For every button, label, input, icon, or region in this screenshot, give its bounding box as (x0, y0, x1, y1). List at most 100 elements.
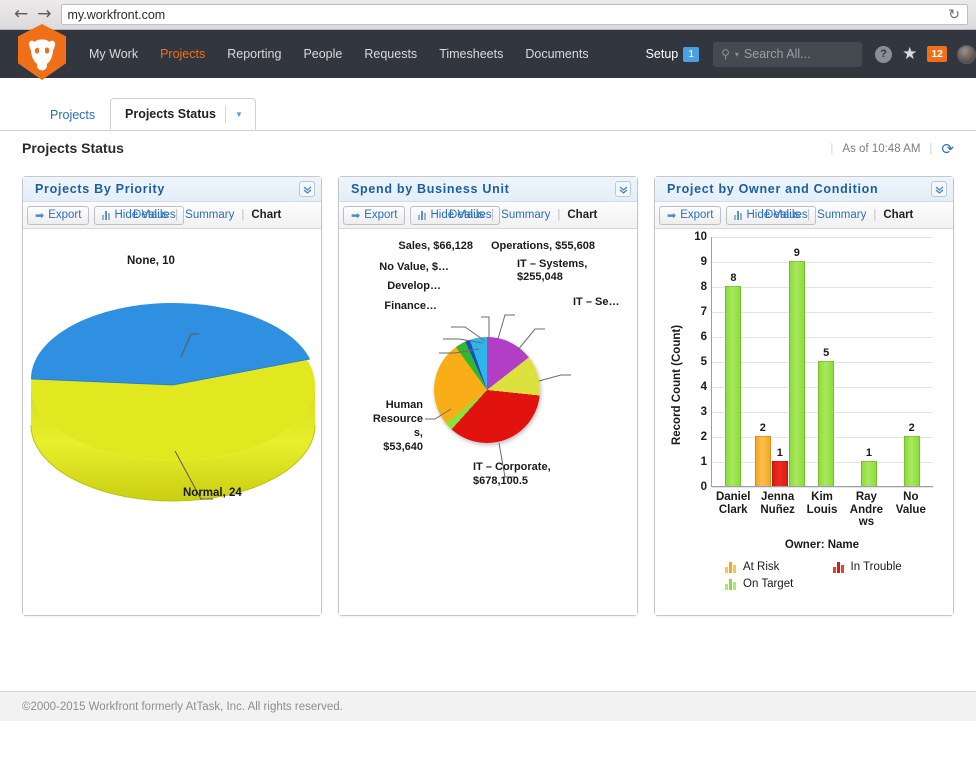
x-label-kim-louis: KimLouis (800, 491, 844, 529)
legend-item-on-target[interactable]: On Target (725, 578, 833, 590)
bars-container: 8 2 1 9 (712, 237, 933, 486)
tab-projects-status[interactable]: Projects Status ▼ (110, 98, 256, 130)
notifications-badge[interactable]: 12 (927, 46, 947, 62)
setup-link[interactable]: Setup 1 (646, 47, 700, 62)
divider: | (873, 209, 876, 221)
bar-on-target[interactable]: 9 (789, 261, 805, 486)
setup-label: Setup (646, 47, 679, 61)
panel-project-by-owner-and-condition: Project by Owner and Condition ➡ Export … (654, 176, 954, 616)
panel-body: Sales, $66,128 No Value, $… Develop… Fin… (339, 229, 637, 615)
bar-on-target[interactable]: 5 (818, 361, 834, 486)
as-of-bar: | As of 10:48 AM | ⟳ (830, 140, 954, 158)
chart-legend: At Risk In Trouble On Target (725, 561, 940, 595)
bar-value: 2 (760, 422, 766, 434)
y-tick: 2 (701, 431, 707, 443)
details-link[interactable]: Details (133, 209, 168, 221)
footer: ©2000-2015 Workfront formerly AtTask, In… (0, 691, 976, 721)
arrow-right-icon: ➡ (667, 209, 676, 222)
back-icon[interactable]: ← (14, 6, 28, 23)
bar-in-trouble[interactable]: 1 (772, 461, 788, 486)
pie2-label-it-se: IT – Se… (573, 296, 619, 308)
collapse-icon[interactable] (299, 181, 315, 197)
bar-value: 1 (777, 447, 783, 459)
x-label-jenna-nunez: JennaNuñez (755, 491, 799, 529)
page-title: Projects Status (22, 140, 124, 156)
nav-item-reporting[interactable]: Reporting (216, 47, 292, 61)
nav-item-my-work[interactable]: My Work (78, 47, 149, 61)
search-input[interactable]: ⚲ ▾ Search All... (713, 42, 862, 67)
x-label-ray-andrews: RayAndrews (844, 491, 888, 529)
panel-title: Spend by Business Unit (351, 182, 509, 196)
pie-label-none: None, 10 (127, 255, 175, 267)
summary-link[interactable]: Summary (501, 209, 550, 221)
collapse-icon[interactable] (931, 181, 947, 197)
panel-header: Project by Owner and Condition (655, 177, 953, 202)
tab-projects-label: Projects (50, 108, 95, 122)
panel-view-links: Details | Summary | Chart (765, 209, 913, 221)
y-tick: 0 (701, 481, 707, 493)
collapse-icon[interactable] (615, 181, 631, 197)
bar-at-risk[interactable]: 2 (755, 436, 771, 486)
tab-strip: Projects Projects Status ▼ (0, 78, 976, 131)
export-button[interactable]: ➡ Export (659, 206, 721, 225)
pie-3d-svg (23, 229, 321, 559)
nav-item-documents[interactable]: Documents (514, 47, 599, 61)
bar-group-daniel-clark: 8 (712, 237, 755, 486)
pie2-label-development: Develop… (339, 280, 441, 292)
panel-toolbar: ➡ Export Hide Values Details | Summary |… (655, 202, 953, 229)
refresh-icon[interactable]: ⟳ (941, 140, 954, 158)
y-tick: 3 (701, 406, 707, 418)
pie-chart-3d: None, 10 Normal, 24 (23, 229, 321, 614)
bar-on-target[interactable]: 8 (725, 286, 741, 486)
chart-link[interactable]: Chart (883, 209, 913, 221)
y-tick: 5 (701, 356, 707, 368)
bar-chart-icon (418, 211, 426, 220)
pie2-label-it-corporate: IT – Corporate,$678,100.5 (473, 460, 633, 488)
export-button[interactable]: ➡ Export (27, 206, 89, 225)
bar-on-target[interactable]: 1 (861, 461, 877, 486)
star-icon[interactable]: ★ (902, 46, 917, 63)
chart-link[interactable]: Chart (567, 209, 597, 221)
panel-body: None, 10 Normal, 24 (23, 229, 321, 615)
legend-label: On Target (743, 578, 793, 590)
url-text: my.workfront.com (68, 8, 166, 22)
x-axis-labels: DanielClark JennaNuñez KimLouis RayAndre… (711, 491, 933, 529)
nav-item-timesheets[interactable]: Timesheets (428, 47, 514, 61)
summary-link[interactable]: Summary (817, 209, 866, 221)
tab-projects-status-label: Projects Status (125, 107, 216, 121)
bar-group-jenna-nunez: 2 1 9 (755, 237, 805, 486)
bar-value: 5 (823, 347, 829, 359)
reload-icon[interactable]: ↻ (948, 7, 960, 23)
export-button[interactable]: ➡ Export (343, 206, 405, 225)
bar-chart-icon (102, 211, 110, 220)
chevron-down-icon[interactable]: ▾ (735, 50, 739, 59)
url-bar[interactable]: my.workfront.com ↻ (61, 4, 969, 25)
nav-right-actions: ? ★ 12 (875, 45, 976, 64)
bar-on-target[interactable]: 2 (904, 436, 920, 486)
logo-hexagon-icon (18, 24, 66, 80)
tab-projects[interactable]: Projects (38, 99, 107, 130)
panel-view-links: Details | Summary | Chart (449, 209, 597, 221)
avatar[interactable] (957, 45, 976, 64)
workfront-logo[interactable] (18, 24, 66, 80)
nav-item-projects[interactable]: Projects (149, 47, 216, 61)
summary-link[interactable]: Summary (185, 209, 234, 221)
forward-icon[interactable]: → (37, 6, 51, 23)
chevron-down-icon[interactable]: ▼ (235, 110, 247, 119)
help-icon[interactable]: ? (875, 46, 892, 63)
nav-item-people[interactable]: People (292, 47, 353, 61)
details-link[interactable]: Details (765, 209, 800, 221)
details-link[interactable]: Details (449, 209, 484, 221)
page-header: Projects Status | As of 10:48 AM | ⟳ (0, 131, 976, 165)
legend-item-in-trouble[interactable]: In Trouble (833, 561, 941, 573)
pie2-label-human-resources: HumanResources,$53,640 (339, 398, 423, 454)
panels-container: Projects By Priority ➡ Export Hide Value… (22, 176, 954, 764)
y-tick: 10 (694, 231, 707, 243)
legend-item-at-risk[interactable]: At Risk (725, 561, 833, 573)
bar-chart: Record Count (Count) 10 9 8 7 6 5 4 3 2 … (655, 229, 953, 614)
browser-nav-arrows: ← → (14, 6, 52, 23)
chart-link[interactable]: Chart (251, 209, 281, 221)
export-label: Export (680, 209, 713, 221)
panel-toolbar: ➡ Export Hide Values Details | Summary |… (339, 202, 637, 229)
nav-item-requests[interactable]: Requests (353, 47, 428, 61)
